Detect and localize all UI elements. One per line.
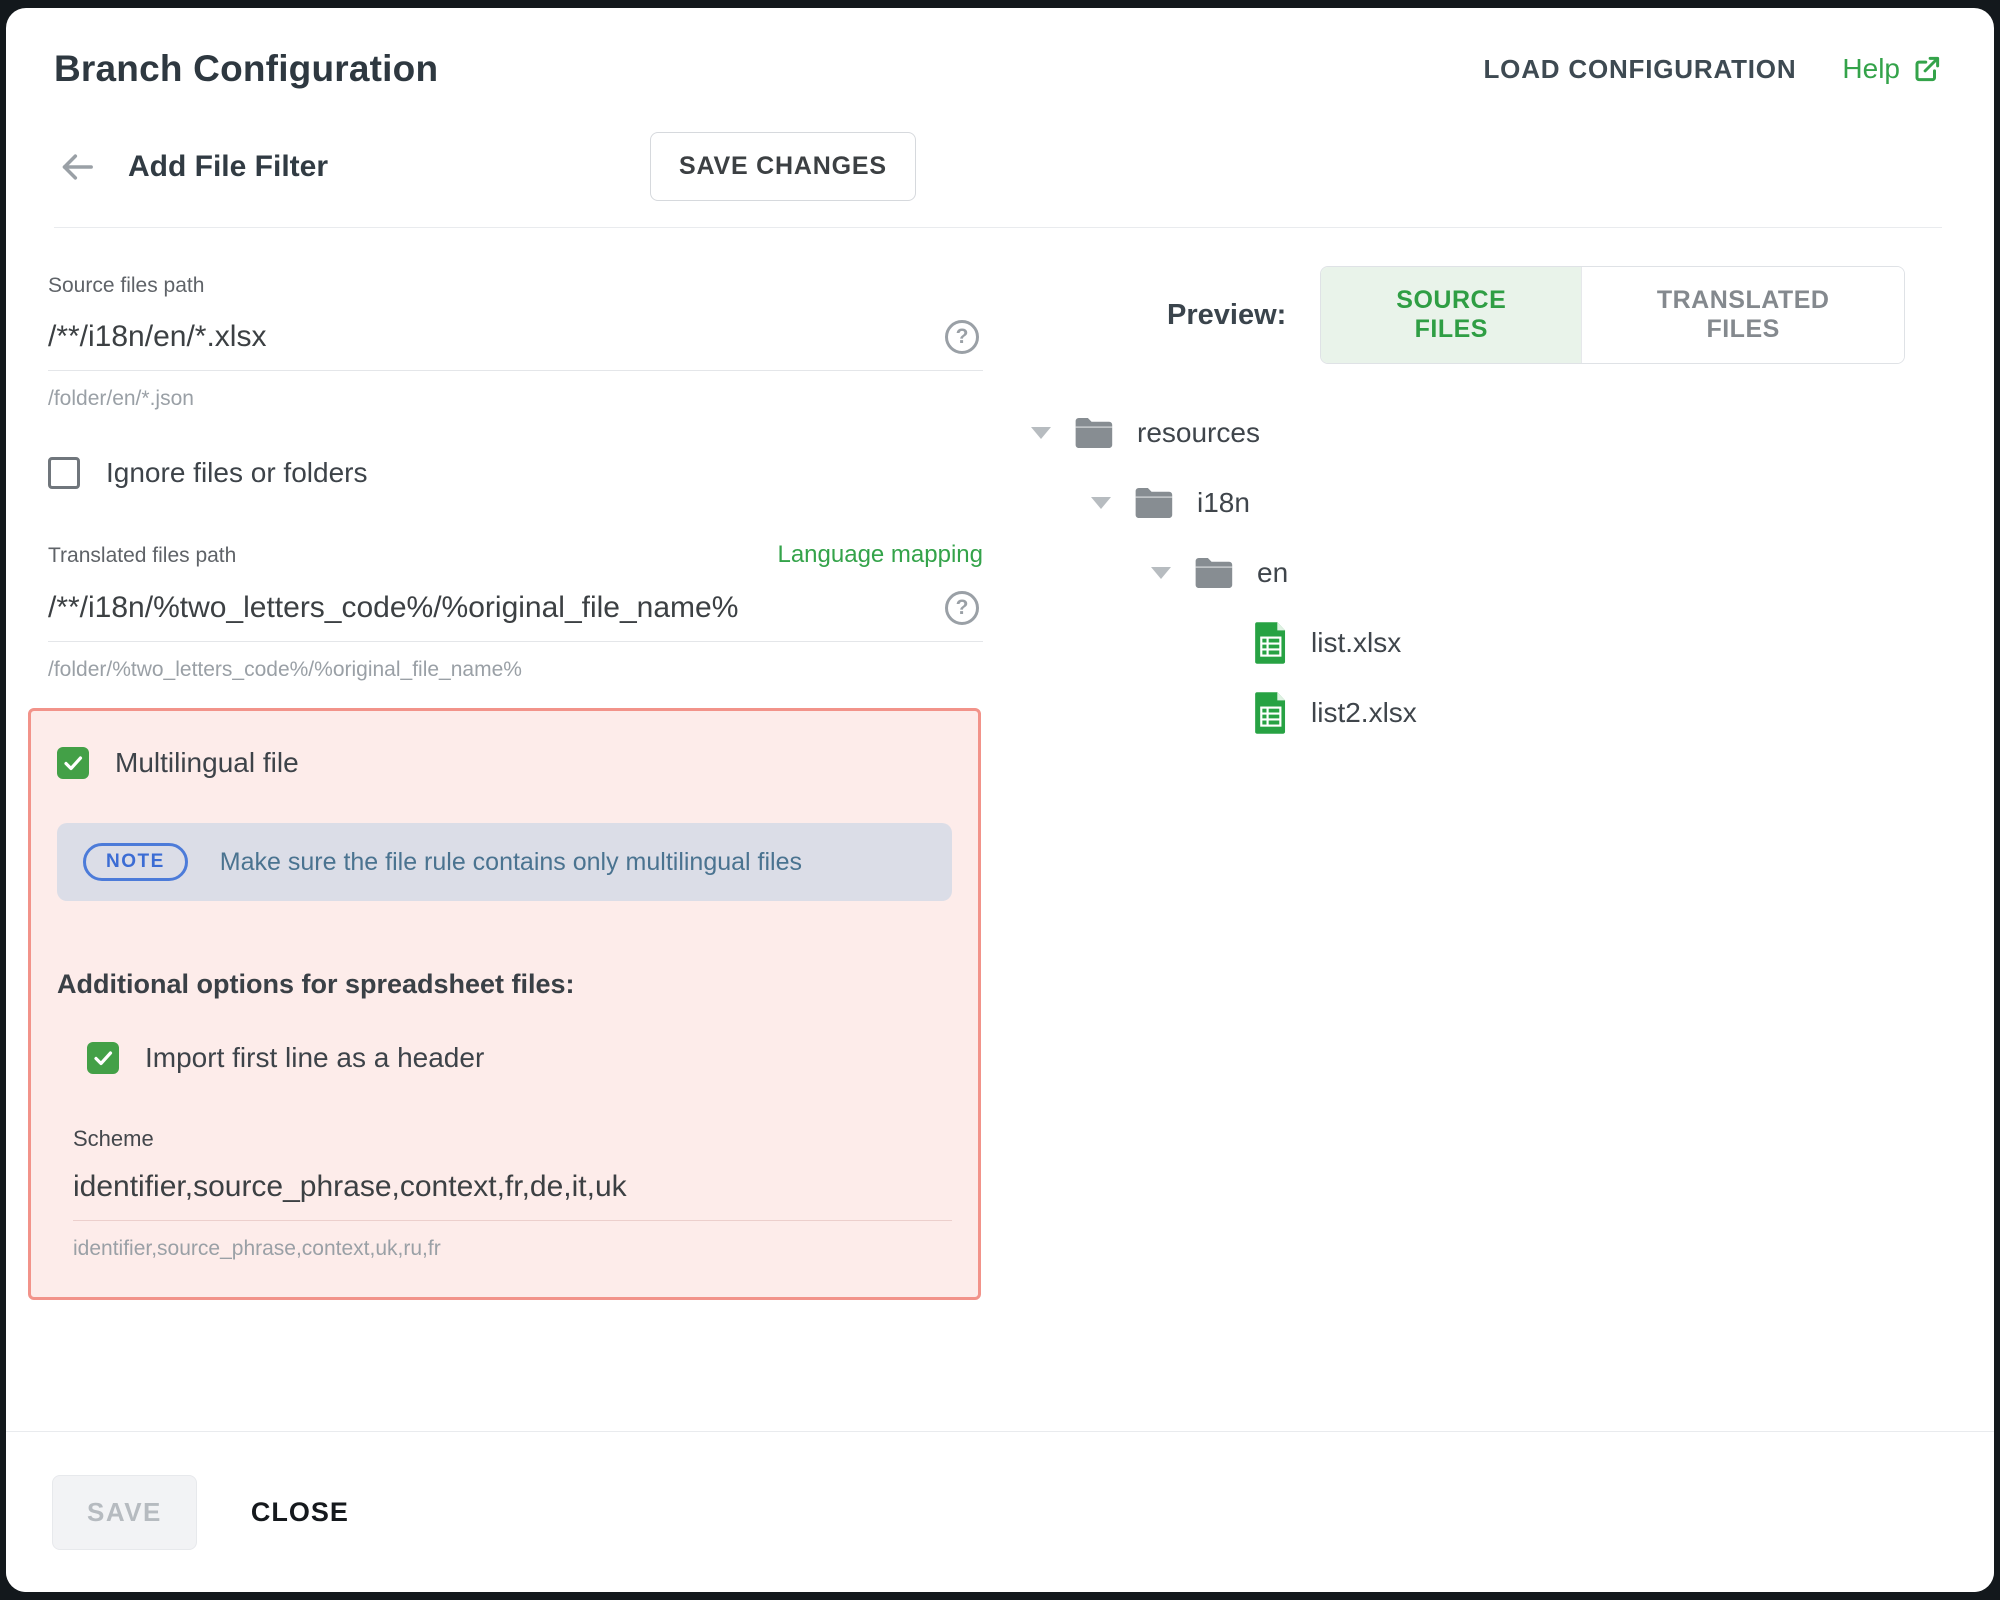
close-button[interactable]: CLOSE bbox=[251, 1497, 349, 1528]
multilingual-checkbox[interactable] bbox=[57, 747, 89, 779]
folder-icon bbox=[1073, 415, 1115, 451]
translated-path-input-row bbox=[48, 575, 983, 642]
tree-row-folder[interactable]: en bbox=[1031, 538, 1905, 608]
spreadsheet-file-icon bbox=[1253, 690, 1289, 736]
spreadsheet-file-icon bbox=[1253, 620, 1289, 666]
first-line-header-checkbox[interactable] bbox=[87, 1042, 119, 1074]
help-link[interactable]: Help bbox=[1842, 53, 1942, 85]
tree-item-label: i18n bbox=[1197, 487, 1250, 519]
ignore-files-checkbox-row[interactable]: Ignore files or folders bbox=[48, 457, 983, 489]
preview-panel: Preview: SOURCE FILESTRANSLATED FILES re… bbox=[1005, 228, 1905, 748]
triangle-down-icon[interactable] bbox=[1031, 427, 1053, 439]
scheme-input[interactable] bbox=[73, 1170, 933, 1204]
source-path-label: Source files path bbox=[48, 274, 983, 298]
folder-icon bbox=[1193, 555, 1235, 591]
note-badge: NOTE bbox=[83, 843, 188, 881]
tree-row-folder[interactable]: i18n bbox=[1031, 468, 1905, 538]
external-link-icon bbox=[1912, 54, 1942, 84]
subheader-title: Add File Filter bbox=[128, 150, 328, 184]
question-circle-icon[interactable] bbox=[945, 320, 979, 354]
tree-item-label: resources bbox=[1137, 417, 1260, 449]
source-path-hint: /folder/en/*.json bbox=[48, 387, 983, 411]
save-changes-button[interactable]: SAVE CHANGES bbox=[650, 132, 916, 201]
folder-icon bbox=[1133, 485, 1175, 521]
load-configuration-button[interactable]: LOAD CONFIGURATION bbox=[1484, 54, 1797, 85]
branch-configuration-dialog: Branch Configuration LOAD CONFIGURATION … bbox=[6, 8, 1994, 1592]
back-arrow-icon bbox=[54, 147, 100, 187]
spreadsheet-options-heading: Additional options for spreadsheet files… bbox=[57, 969, 952, 1000]
subheader: Add File Filter SAVE CHANGES bbox=[54, 132, 1942, 201]
file-tree: resources i18n en bbox=[1005, 398, 1905, 748]
source-path-input-row bbox=[48, 304, 983, 371]
tree-row-folder[interactable]: resources bbox=[1031, 398, 1905, 468]
translated-path-label: Translated files path bbox=[48, 544, 236, 568]
save-button[interactable]: SAVE bbox=[52, 1475, 197, 1550]
note-bar: NOTE Make sure the file rule contains on… bbox=[57, 823, 952, 901]
filter-form: Source files path /folder/en/*.json Igno… bbox=[48, 228, 983, 1300]
preview-tab-translated-files[interactable]: TRANSLATED FILES bbox=[1581, 267, 1904, 363]
scheme-hint: identifier,source_phrase,context,uk,ru,f… bbox=[73, 1237, 952, 1261]
help-link-label: Help bbox=[1842, 53, 1900, 85]
multilingual-label: Multilingual file bbox=[115, 747, 299, 779]
tree-item-label: list.xlsx bbox=[1311, 627, 1401, 659]
ignore-files-checkbox[interactable] bbox=[48, 457, 80, 489]
translated-path-input[interactable] bbox=[48, 591, 888, 625]
tree-item-label: en bbox=[1257, 557, 1288, 589]
page-title: Branch Configuration bbox=[54, 48, 438, 90]
first-line-header-checkbox-row[interactable]: Import first line as a header bbox=[87, 1042, 952, 1074]
language-mapping-link[interactable]: Language mapping bbox=[777, 541, 983, 569]
preview-label: Preview: bbox=[1167, 299, 1286, 332]
tree-row-file[interactable]: list.xlsx bbox=[1031, 608, 1905, 678]
preview-tab-source-files[interactable]: SOURCE FILES bbox=[1321, 267, 1581, 363]
checkmark-icon bbox=[61, 751, 85, 775]
preview-tabs: SOURCE FILESTRANSLATED FILES bbox=[1320, 266, 1905, 364]
ignore-files-label: Ignore files or folders bbox=[106, 457, 367, 489]
triangle-down-icon[interactable] bbox=[1091, 497, 1113, 509]
translated-path-hint: /folder/%two_letters_code%/%original_fil… bbox=[48, 658, 983, 682]
multilingual-highlight-box: Multilingual file NOTE Make sure the fil… bbox=[28, 708, 981, 1300]
back-button[interactable] bbox=[54, 147, 100, 187]
tree-item-label: list2.xlsx bbox=[1311, 697, 1417, 729]
scheme-label: Scheme bbox=[73, 1126, 952, 1152]
dialog-header: Branch Configuration LOAD CONFIGURATION … bbox=[6, 8, 1994, 228]
first-line-header-label: Import first line as a header bbox=[145, 1042, 484, 1074]
dialog-footer: SAVE CLOSE bbox=[6, 1431, 1994, 1592]
checkmark-icon bbox=[91, 1046, 115, 1070]
multilingual-checkbox-row[interactable]: Multilingual file bbox=[57, 747, 952, 779]
question-circle-icon[interactable] bbox=[945, 591, 979, 625]
source-path-input[interactable] bbox=[48, 320, 888, 354]
triangle-down-icon[interactable] bbox=[1151, 567, 1173, 579]
tree-row-file[interactable]: list2.xlsx bbox=[1031, 678, 1905, 748]
note-text: Make sure the file rule contains only mu… bbox=[220, 848, 802, 877]
scheme-input-row bbox=[73, 1156, 952, 1221]
